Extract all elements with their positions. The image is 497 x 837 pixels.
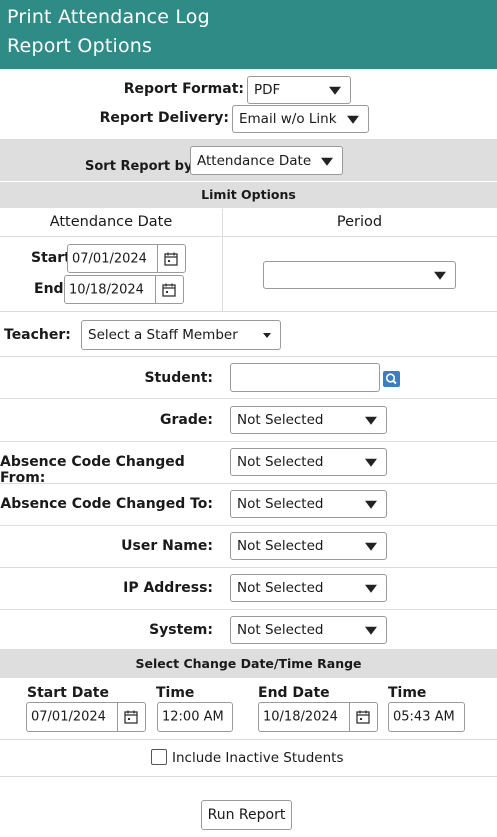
change-start-time-label: Time xyxy=(156,685,195,701)
chevron-down-icon xyxy=(434,271,446,280)
attendance-date-header: Attendance Date xyxy=(49,214,173,230)
teacher-select[interactable]: Select a Staff Member xyxy=(81,320,281,350)
chevron-down-icon xyxy=(365,458,377,467)
chevron-down-icon xyxy=(365,584,377,593)
change-end-time-label: Time xyxy=(388,685,427,701)
chevron-down-icon xyxy=(365,542,377,551)
filter-value: Not Selected xyxy=(237,622,324,638)
include-inactive-label: Include Inactive Students xyxy=(172,750,344,766)
page-subtitle: Report Options xyxy=(7,35,153,57)
period-header: Period xyxy=(336,214,383,230)
divider xyxy=(0,398,497,399)
change-start-time-input[interactable]: 12:00 AM xyxy=(157,702,233,732)
divider xyxy=(0,483,497,484)
divider xyxy=(0,236,497,237)
student-input[interactable] xyxy=(230,363,380,392)
page-title: Print Attendance Log xyxy=(7,6,210,28)
calendar-icon[interactable] xyxy=(157,245,185,272)
change-end-time-value: 05:43 AM xyxy=(393,709,455,725)
report-format-label: Report Format: xyxy=(123,81,244,97)
divider xyxy=(0,567,497,568)
chevron-down-icon xyxy=(329,86,341,95)
calendar-icon[interactable] xyxy=(349,703,377,731)
divider xyxy=(0,441,497,442)
filter-label: Grade: xyxy=(160,412,213,428)
change-end-time-input[interactable]: 05:43 AM xyxy=(388,702,465,732)
column-divider xyxy=(222,209,223,311)
report-format-select[interactable]: PDF xyxy=(247,76,351,104)
calendar-icon[interactable] xyxy=(155,276,183,303)
filter-value: Not Selected xyxy=(237,454,324,470)
include-inactive-checkbox[interactable] xyxy=(151,749,167,765)
filter-value: Not Selected xyxy=(237,538,324,554)
teacher-value: Select a Staff Member xyxy=(88,327,238,343)
start-date-input[interactable]: 07/01/2024 xyxy=(67,244,186,273)
chevron-down-icon xyxy=(263,333,271,338)
divider xyxy=(0,356,497,357)
divider xyxy=(0,776,497,777)
report-delivery-value: Email w/o Link xyxy=(239,111,337,127)
sort-select[interactable]: Attendance Date xyxy=(190,146,343,175)
run-report-button[interactable]: Run Report xyxy=(201,800,292,830)
change-start-date-value: 07/01/2024 xyxy=(31,709,106,725)
filter-value: Not Selected xyxy=(237,580,324,596)
filter-select[interactable]: Not Selected xyxy=(230,448,387,476)
report-delivery-label: Report Delivery: xyxy=(99,110,229,126)
change-end-date-label: End Date xyxy=(258,685,330,701)
chevron-down-icon xyxy=(321,157,333,166)
student-label: Student: xyxy=(144,370,213,386)
filter-label: Absence Code Changed From: xyxy=(0,454,185,486)
chevron-down-icon xyxy=(365,626,377,635)
change-start-date-label: Start Date xyxy=(27,685,109,701)
change-end-date-value: 10/18/2024 xyxy=(263,709,338,725)
change-end-date-input[interactable]: 10/18/2024 xyxy=(258,702,378,732)
sort-value: Attendance Date xyxy=(197,152,312,169)
filter-value: Not Selected xyxy=(237,412,324,428)
filter-value: Not Selected xyxy=(237,496,324,512)
teacher-label: Teacher: xyxy=(4,327,71,343)
calendar-icon[interactable] xyxy=(117,703,145,731)
report-format-value: PDF xyxy=(254,82,281,98)
period-select[interactable] xyxy=(263,261,456,289)
divider xyxy=(0,311,497,312)
divider xyxy=(0,739,497,740)
filter-select[interactable]: Not Selected xyxy=(230,532,387,560)
chevron-down-icon xyxy=(347,115,359,124)
search-icon[interactable] xyxy=(383,371,400,387)
divider xyxy=(0,525,497,526)
change-range-title: Select Change Date/Time Range xyxy=(135,656,362,671)
filter-label: User Name: xyxy=(121,538,213,554)
chevron-down-icon xyxy=(365,500,377,509)
limit-options-title: Limit Options xyxy=(201,187,296,202)
sort-label: Sort Report by: xyxy=(85,159,198,174)
divider xyxy=(0,609,497,610)
filter-label: System: xyxy=(149,622,213,638)
change-start-date-input[interactable]: 07/01/2024 xyxy=(26,702,146,732)
report-delivery-select[interactable]: Email w/o Link xyxy=(232,105,369,133)
start-date-value: 07/01/2024 xyxy=(72,251,147,266)
end-date-value: 10/18/2024 xyxy=(69,282,144,297)
filter-label: IP Address: xyxy=(123,580,213,596)
filter-select[interactable]: Not Selected xyxy=(230,574,387,602)
filter-label: Absence Code Changed To: xyxy=(0,496,213,512)
filter-select[interactable]: Not Selected xyxy=(230,406,387,434)
filter-select[interactable]: Not Selected xyxy=(230,616,387,644)
end-date-input[interactable]: 10/18/2024 xyxy=(64,275,184,304)
filter-select[interactable]: Not Selected xyxy=(230,490,387,518)
change-start-time-value: 12:00 AM xyxy=(162,709,224,725)
page-header: Print Attendance Log Report Options xyxy=(0,0,497,69)
chevron-down-icon xyxy=(365,416,377,425)
